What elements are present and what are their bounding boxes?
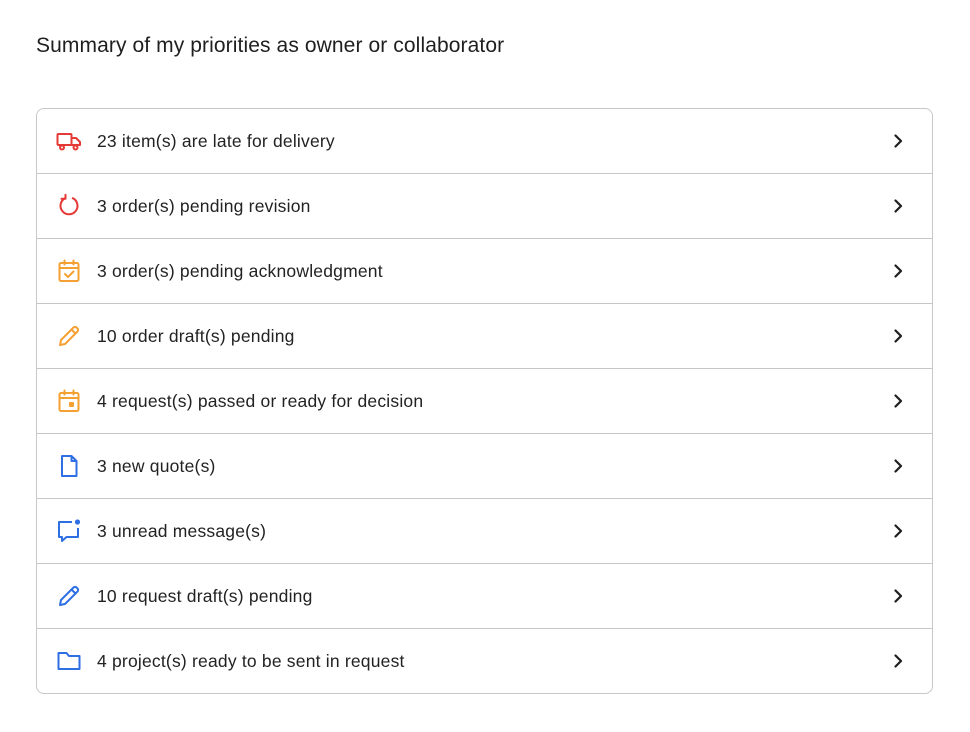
priority-row-new-quotes[interactable]: 3 new quote(s) [37, 434, 932, 499]
priority-row-request-drafts[interactable]: 10 request draft(s) pending [37, 564, 932, 629]
priority-row-order-drafts[interactable]: 10 order draft(s) pending [37, 304, 932, 369]
priority-row-late-delivery[interactable]: 23 item(s) are late for delivery [37, 109, 932, 174]
priority-row-label: 4 request(s) passed or ready for decisio… [97, 390, 424, 411]
priority-row-label: 23 item(s) are late for delivery [97, 130, 335, 151]
priority-row-label: 4 project(s) ready to be sent in request [97, 650, 405, 671]
page-title: Summary of my priorities as owner or col… [36, 34, 505, 57]
chevron-right-icon [890, 588, 906, 604]
priority-row-pending-revision[interactable]: 3 order(s) pending revision [37, 174, 932, 239]
priority-row-unread-messages[interactable]: 3 unread message(s) [37, 499, 932, 564]
folder-icon [56, 648, 82, 674]
priority-row-ready-for-decision[interactable]: 4 request(s) passed or ready for decisio… [37, 369, 932, 434]
pencil-icon [56, 323, 82, 349]
priority-row-pending-acknowledgment[interactable]: 3 order(s) pending acknowledgment [37, 239, 932, 304]
chevron-right-icon [890, 133, 906, 149]
chevron-right-icon [890, 393, 906, 409]
chevron-right-icon [890, 458, 906, 474]
chevron-right-icon [890, 198, 906, 214]
priority-row-label: 3 order(s) pending acknowledgment [97, 260, 383, 281]
refresh-icon [56, 193, 82, 219]
priority-row-label: 10 request draft(s) pending [97, 585, 313, 606]
chevron-right-icon [890, 523, 906, 539]
priority-row-label: 3 order(s) pending revision [97, 195, 311, 216]
chevron-right-icon [890, 653, 906, 669]
priority-row-label: 3 new quote(s) [97, 455, 216, 476]
priority-list: 23 item(s) are late for delivery 3 order… [36, 108, 933, 694]
calendar-event-icon [56, 388, 82, 414]
calendar-check-icon [56, 258, 82, 284]
document-icon [56, 453, 82, 479]
priority-row-label: 3 unread message(s) [97, 520, 267, 541]
chat-unread-icon [56, 518, 82, 544]
truck-icon [56, 128, 82, 154]
chevron-right-icon [890, 263, 906, 279]
pencil-icon [56, 583, 82, 609]
priority-row-label: 10 order draft(s) pending [97, 325, 295, 346]
chevron-right-icon [890, 328, 906, 344]
priority-row-projects-ready[interactable]: 4 project(s) ready to be sent in request [37, 629, 932, 693]
